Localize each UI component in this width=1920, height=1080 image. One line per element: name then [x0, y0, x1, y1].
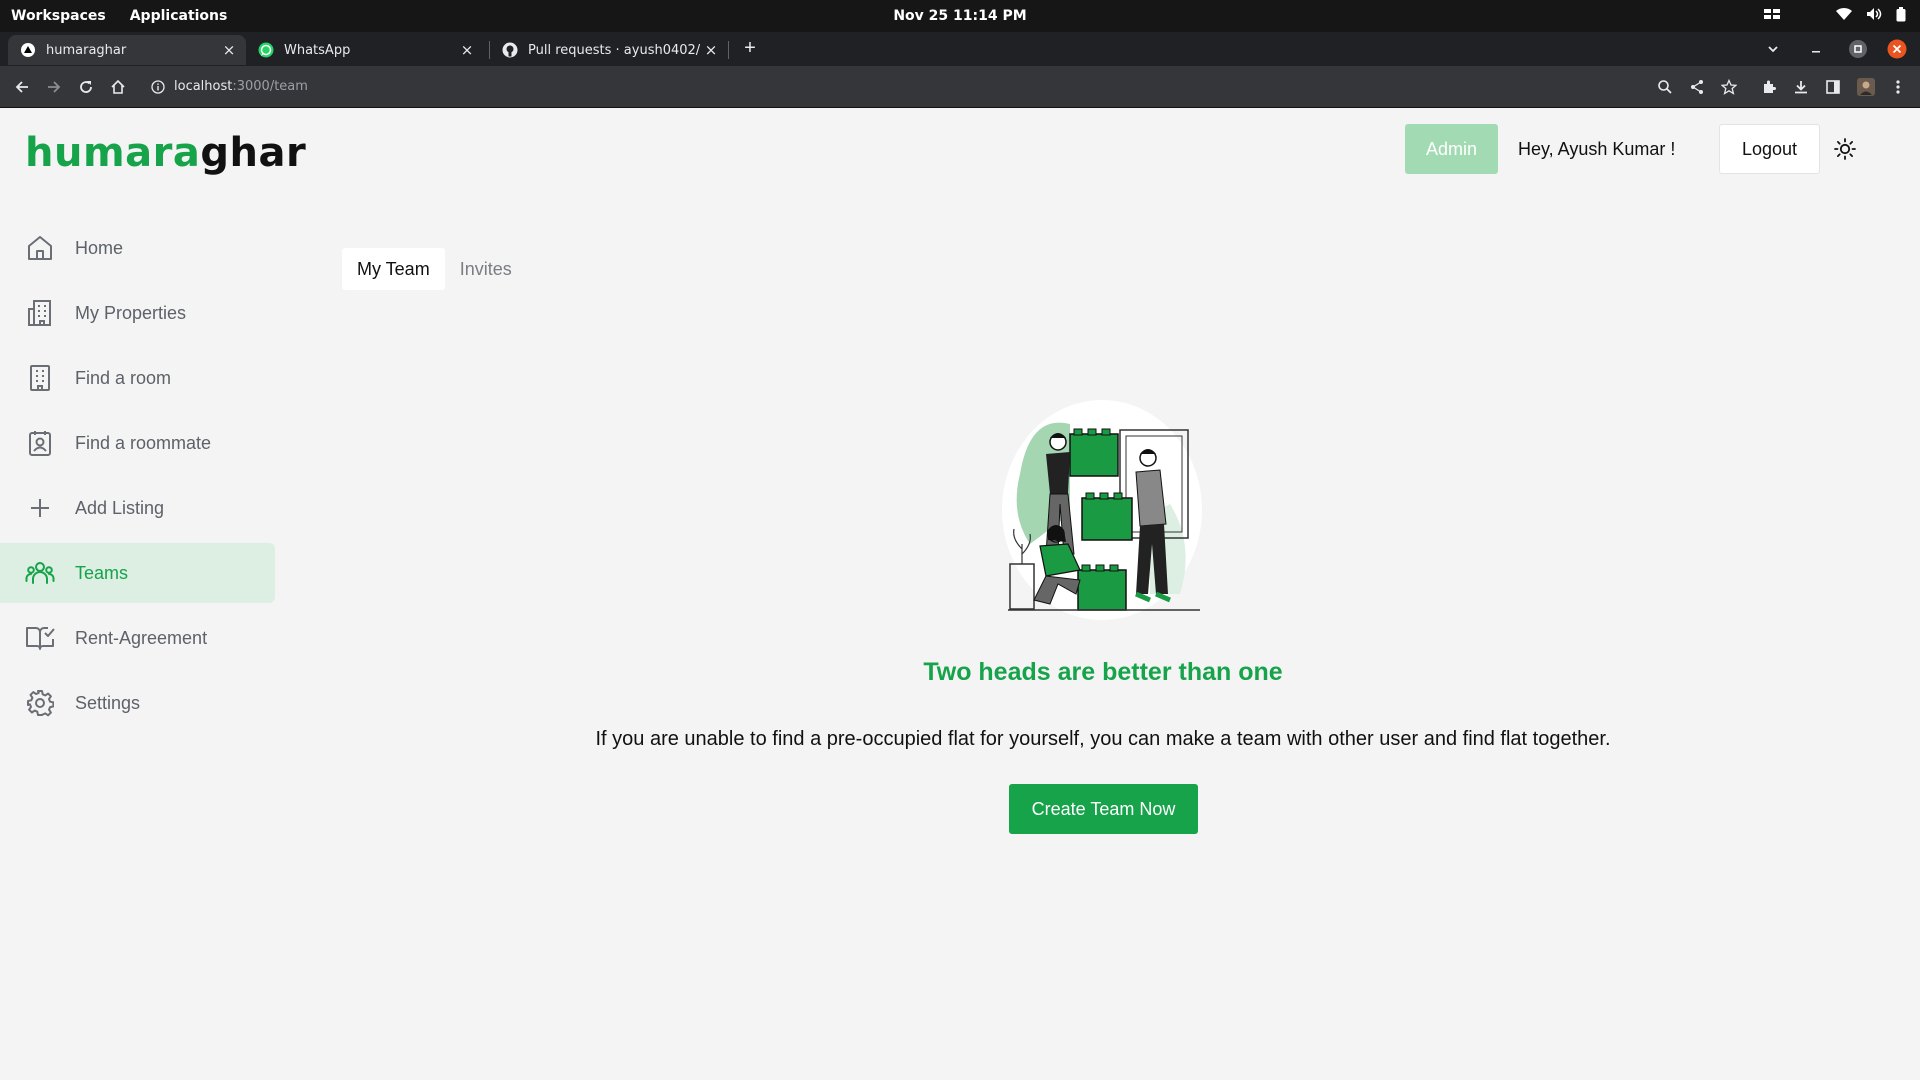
sidebar-item-teams[interactable]: Teams — [0, 543, 275, 603]
book-check-icon — [25, 623, 55, 653]
logo-part-humara: humara — [25, 130, 201, 176]
create-team-button[interactable]: Create Team Now — [1009, 784, 1198, 834]
theme-toggle-sun-icon[interactable] — [1830, 134, 1860, 164]
home-browser-icon[interactable] — [105, 74, 131, 100]
browser-tab-whatsapp[interactable]: WhatsApp × — [246, 35, 484, 65]
logo-part-ghar: ghar — [200, 130, 307, 176]
browser-tab-github[interactable]: Pull requests · ayush0402/hu × — [490, 35, 728, 65]
site-info-icon[interactable] — [145, 74, 171, 100]
wifi-icon[interactable] — [1836, 7, 1852, 25]
zoom-icon[interactable] — [1654, 76, 1676, 98]
minimize-icon[interactable] — [1810, 32, 1822, 66]
os-top-bar: Workspaces Applications Nov 25 11:14 PM — [0, 0, 1920, 32]
empty-state-headline: Two heads are better than one — [923, 658, 1283, 686]
reload-icon[interactable] — [73, 74, 99, 100]
window-switcher-icon[interactable] — [1764, 8, 1780, 24]
team-tabs: My Team Invites — [342, 248, 527, 290]
admin-button[interactable]: Admin — [1405, 124, 1498, 174]
extensions-icon[interactable] — [1758, 76, 1780, 98]
battery-icon[interactable] — [1896, 6, 1906, 26]
address-bar[interactable]: localhost:3000/team — [174, 66, 308, 108]
logout-button[interactable]: Logout — [1719, 124, 1820, 174]
close-tab-icon[interactable]: × — [456, 41, 478, 59]
workspaces-menu[interactable]: Workspaces — [11, 8, 106, 24]
applications-menu[interactable]: Applications — [130, 8, 228, 24]
sidebar-item-find-a-roommate[interactable]: Find a roommate — [0, 413, 275, 473]
sidebar-item-my-properties[interactable]: My Properties — [0, 283, 275, 343]
user-greeting: Hey, Ayush Kumar ! — [1518, 139, 1676, 159]
sidebar-item-label: Teams — [75, 562, 129, 583]
new-tab-button[interactable]: + — [738, 36, 762, 60]
tab-separator — [728, 41, 729, 59]
share-icon[interactable] — [1686, 76, 1708, 98]
sidebar-item-label: Home — [75, 237, 124, 258]
home-icon — [25, 233, 55, 263]
browser-menu-icon[interactable] — [1887, 76, 1909, 98]
tab-title: humaraghar — [46, 42, 127, 58]
url-host: localhost — [174, 79, 233, 94]
tab-search-icon[interactable] — [1766, 32, 1780, 66]
gear-icon — [25, 688, 55, 718]
url-path: :3000/team — [232, 79, 308, 94]
plus-icon — [25, 493, 55, 523]
close-tab-icon[interactable]: × — [218, 41, 240, 59]
back-icon[interactable] — [9, 74, 35, 100]
volume-icon[interactable] — [1866, 7, 1882, 25]
sidebar-item-find-a-room[interactable]: Find a room — [0, 348, 275, 408]
download-icon[interactable] — [1790, 76, 1812, 98]
github-icon — [502, 42, 518, 58]
apartment-icon — [25, 363, 55, 393]
sidebar-item-label: Find a room — [75, 367, 172, 388]
tab-title: Pull requests · ayush0402/hu — [528, 42, 700, 58]
tab-invites[interactable]: Invites — [445, 248, 527, 290]
sidebar-item-label: My Properties — [75, 302, 187, 323]
profile-avatar-icon[interactable] — [1855, 76, 1877, 98]
sidebar-item-label: Add Listing — [75, 497, 165, 518]
nextjs-icon — [20, 42, 36, 58]
forward-icon[interactable] — [41, 74, 67, 100]
empty-state-description: If you are unable to find a pre-occupied… — [595, 728, 1611, 750]
browser-tab-humaraghar[interactable]: humaraghar × — [8, 35, 246, 65]
sidebar-item-home[interactable]: Home — [0, 218, 275, 278]
app-logo[interactable]: humaraghar — [25, 130, 306, 176]
close-tab-icon[interactable]: × — [700, 41, 722, 59]
close-window-icon[interactable] — [1887, 32, 1907, 66]
contact-icon — [25, 428, 55, 458]
tab-my-team[interactable]: My Team — [342, 248, 445, 290]
tab-title: WhatsApp — [284, 42, 351, 58]
bookmark-star-icon[interactable] — [1718, 76, 1740, 98]
sidebar-item-add-listing[interactable]: Add Listing — [0, 478, 275, 538]
whatsapp-icon — [258, 42, 274, 58]
team-illustration — [1000, 394, 1210, 622]
sidebar-item-label: Find a roommate — [75, 432, 212, 453]
building-icon — [25, 298, 55, 328]
side-panel-icon[interactable] — [1822, 76, 1844, 98]
os-clock: Nov 25 11:14 PM — [893, 8, 1027, 24]
users-icon — [25, 558, 55, 588]
maximize-icon[interactable] — [1848, 32, 1868, 66]
sidebar-item-label: Settings — [75, 692, 141, 713]
sidebar-item-label: Rent-Agreement — [75, 627, 208, 648]
